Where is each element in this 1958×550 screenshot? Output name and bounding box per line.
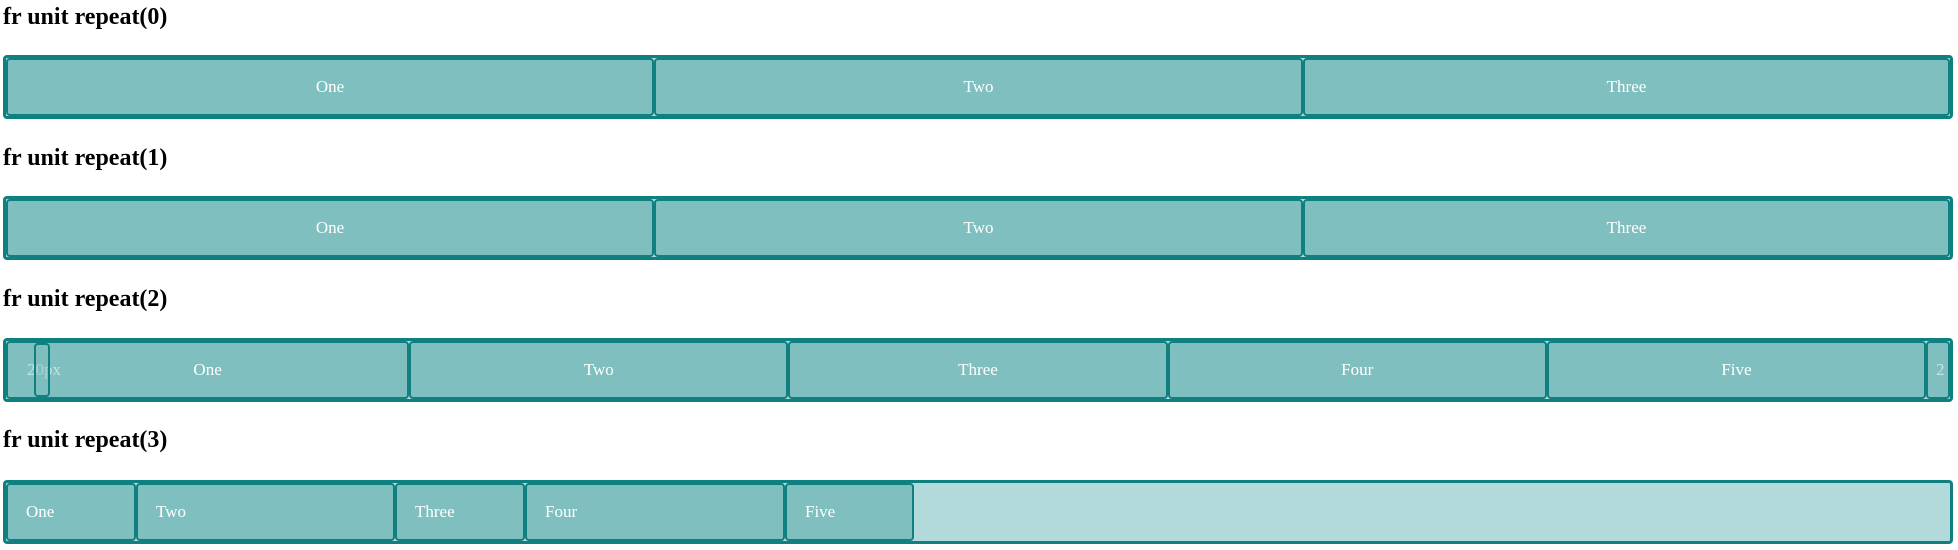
section-title: fr unit repeat(3) bbox=[3, 427, 168, 453]
section-title: fr unit repeat(2) bbox=[3, 286, 168, 312]
overflow-label: 2 bbox=[1936, 360, 1945, 379]
grid-item: One bbox=[6, 483, 136, 541]
grid-item: 20px One bbox=[6, 341, 410, 399]
grid-container: One Two Three bbox=[3, 196, 1953, 260]
grid-item: Five bbox=[1546, 341, 1927, 399]
grid-item: Three bbox=[788, 341, 1168, 399]
section-title: fr unit repeat(1) bbox=[3, 145, 168, 171]
grid-item-label: One bbox=[193, 360, 222, 379]
grid-item: Two bbox=[654, 199, 1303, 257]
grid-item: Four bbox=[1167, 341, 1547, 399]
grid-item: One bbox=[6, 199, 654, 257]
grid-item: Five bbox=[785, 483, 914, 541]
grid-item: Two bbox=[409, 341, 789, 399]
grid-container: One Two Three Four Five bbox=[3, 480, 1953, 544]
grid-item: Four bbox=[525, 483, 785, 541]
grid-container: 20px One Two Three Four Five 2 bbox=[3, 338, 1953, 402]
grid-item: Two bbox=[136, 483, 395, 541]
grid-item: Three bbox=[395, 483, 525, 541]
grid-item: Two bbox=[654, 58, 1303, 116]
grid-item-overflow: 2 bbox=[1926, 341, 1950, 399]
grid-item: Three bbox=[1303, 199, 1950, 257]
gap-track bbox=[34, 343, 50, 397]
grid-item: One bbox=[6, 58, 654, 116]
grid-container: One Two Three bbox=[3, 55, 1953, 119]
section-title: fr unit repeat(0) bbox=[3, 4, 168, 30]
grid-item: Three bbox=[1303, 58, 1950, 116]
